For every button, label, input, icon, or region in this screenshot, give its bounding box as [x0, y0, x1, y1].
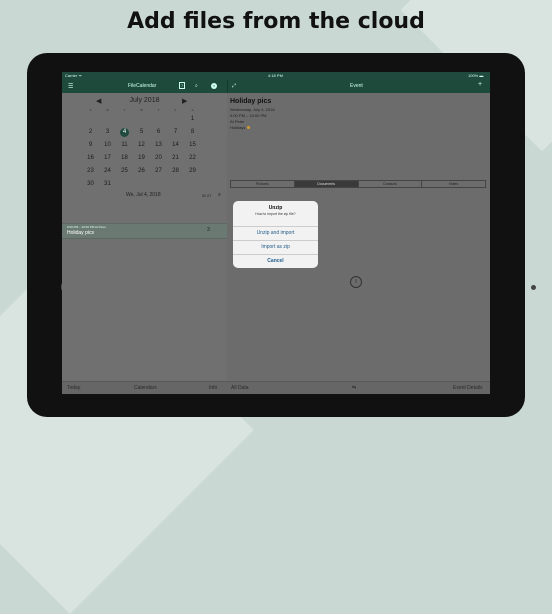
nav-bar: ☰ FileCalendar 7 ⌕ × ⤢ Event +: [62, 80, 490, 93]
calendars-button[interactable]: Calendars: [134, 385, 157, 391]
calendar-day[interactable]: 2: [84, 127, 97, 138]
event-calendar: Holidays: [230, 125, 251, 130]
calendar-day[interactable]: 29: [186, 166, 199, 177]
split-divider: [227, 80, 228, 93]
alert-message: How to import the zip file?: [255, 212, 296, 216]
calendar-day[interactable]: 22: [186, 153, 199, 164]
event-list-item[interactable]: 9:00 PM – 10:00 PM At Peter Holiday pics…: [62, 223, 227, 239]
segment-contacts[interactable]: Contacts: [359, 181, 423, 187]
expand-icon[interactable]: ⤢: [232, 83, 236, 89]
calendar-day[interactable]: 11: [118, 140, 131, 151]
segment-pictures[interactable]: Pictures: [231, 181, 295, 187]
event-time: 9:00 PM – 10:00 PM: [230, 113, 267, 118]
segment-documents[interactable]: Documents: [294, 181, 359, 187]
segment-notes[interactable]: Notes: [422, 181, 485, 187]
weekday-label: M: [106, 108, 109, 112]
next-month-icon[interactable]: ▶: [182, 97, 187, 105]
app-screen: Carrier ᯤ 4:18 PM 100% ▬ ☰ FileCalendar …: [62, 72, 490, 394]
calendar-day[interactable]: 13: [152, 140, 165, 151]
bottom-toolbar: Today Calendars Info All Data ⇆ Event De…: [62, 381, 490, 394]
weekday-label: W: [140, 108, 143, 112]
add-icon[interactable]: +: [478, 81, 482, 88]
calendar-day[interactable]: 31: [101, 179, 114, 190]
weekday-label: T: [123, 108, 126, 112]
attachment-count: 3: [207, 227, 210, 233]
calendar-day[interactable]: 30: [84, 179, 97, 190]
event-details-button[interactable]: Event Details: [453, 385, 482, 391]
menu-icon[interactable]: ☰: [68, 83, 73, 90]
calendar-day[interactable]: 7: [169, 127, 182, 138]
alert-title: Unzip: [268, 205, 283, 211]
app-title: FileCalendar: [128, 83, 157, 89]
detail-title: Event: [350, 83, 363, 89]
today-calendar-icon[interactable]: 7: [179, 82, 186, 89]
calendar-day[interactable]: 28: [169, 166, 182, 177]
calendar-day[interactable]: 19: [135, 153, 148, 164]
calendar-day[interactable]: 12: [135, 140, 148, 151]
calendar-day[interactable]: 5: [135, 127, 148, 138]
calendar-day[interactable]: 6: [152, 127, 165, 138]
collapse-icon[interactable]: ⇆: [352, 385, 356, 391]
event-location: At Peter: [230, 119, 245, 124]
calendar-day-today[interactable]: 4: [120, 128, 129, 137]
calendar-name: Holidays: [230, 125, 246, 130]
event-detail-title: Holiday pics: [230, 98, 272, 105]
week-number: W 27: [202, 193, 212, 198]
info-button[interactable]: Info: [209, 385, 217, 391]
month-title: July 2018: [129, 97, 160, 104]
weekday-label: S: [191, 108, 194, 112]
month-header: ◀ July 2018 ▶: [62, 97, 227, 107]
carrier-label: Carrier ᯤ: [65, 73, 82, 78]
calendar-day[interactable]: 9: [84, 140, 97, 151]
calendar-day[interactable]: 25: [118, 166, 131, 177]
calendar-day[interactable]: 26: [135, 166, 148, 177]
weekday-label: S: [89, 108, 92, 112]
status-bar: Carrier ᯤ 4:18 PM 100% ▬: [62, 72, 490, 80]
unzip-alert: Unzip How to import the zip file? Unzip …: [233, 201, 318, 268]
today-button[interactable]: Today: [67, 385, 80, 391]
calendar-day[interactable]: 8: [186, 127, 199, 138]
calendar-color-dot: [247, 126, 251, 130]
calendar-day[interactable]: 27: [152, 166, 165, 177]
status-time: 4:18 PM: [268, 73, 283, 78]
selected-date: We, Jul 4, 2018: [126, 192, 161, 198]
calendar-day[interactable]: 18: [118, 153, 131, 164]
info-icon[interactable]: i: [350, 276, 362, 288]
close-icon[interactable]: ×: [211, 83, 217, 89]
camera-dot: [531, 285, 536, 290]
import-as-zip-button[interactable]: Import as zip: [233, 240, 318, 254]
weekday-label: F: [174, 108, 177, 112]
selected-date-bar: We, Jul 4, 2018 W 27 ≡: [62, 192, 227, 200]
calendar-day[interactable]: 3: [101, 127, 114, 138]
list-icon[interactable]: ≡: [218, 192, 221, 198]
calendar-day[interactable]: 17: [101, 153, 114, 164]
calendar-day[interactable]: 14: [169, 140, 182, 151]
event-date: Wednesday, July 4, 2018: [230, 107, 275, 112]
battery-indicator: 100% ▬: [468, 73, 484, 78]
calendar-pane: ◀ July 2018 ▶ SMTWTFS 1 2 3 4 5 6 7 8 9 10 11 12 13 1…: [62, 93, 227, 394]
cancel-button[interactable]: Cancel: [233, 254, 318, 268]
calendar-day[interactable]: 23: [84, 166, 97, 177]
all-data-button[interactable]: All Data: [231, 385, 249, 391]
calendar-day[interactable]: 16: [84, 153, 97, 164]
calendar-day[interactable]: 1: [186, 114, 199, 125]
unzip-and-import-button[interactable]: Unzip and import: [233, 226, 318, 240]
calendar-day[interactable]: 21: [169, 153, 182, 164]
calendar-day[interactable]: 20: [152, 153, 165, 164]
event-title: Holiday pics: [67, 230, 94, 236]
calendar-day[interactable]: 10: [101, 140, 114, 151]
search-icon[interactable]: ⌕: [195, 83, 198, 89]
weekday-label: T: [157, 108, 160, 112]
calendar-day[interactable]: 24: [101, 166, 114, 177]
calendar-day[interactable]: 15: [186, 140, 199, 151]
promo-headline: Add files from the cloud: [127, 9, 425, 34]
attachment-segmented-control: Pictures Documents Contacts Notes: [230, 180, 486, 188]
event-time-location: 9:00 PM – 10:00 PM At Peter: [67, 225, 106, 229]
